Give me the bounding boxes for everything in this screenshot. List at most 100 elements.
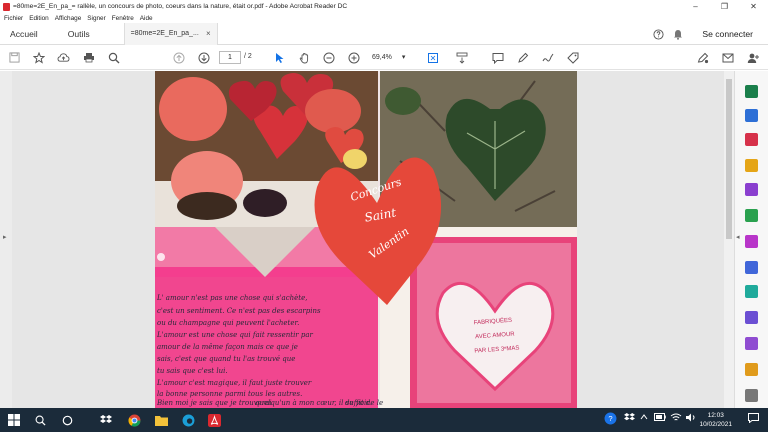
menu-fichier[interactable]: Fichier — [4, 15, 23, 22]
zoom-dropdown[interactable]: 69,4% ▾ — [372, 51, 412, 64]
tab-document[interactable]: =80me=2E_En_pa_... × — [123, 22, 218, 45]
poem-line: de voir. — [345, 399, 371, 407]
acrobat-app-icon — [3, 2, 10, 11]
menu-fenetre[interactable]: Fenêtre — [112, 15, 134, 22]
zoom-value: 69,4% — [372, 54, 392, 61]
email-icon[interactable] — [719, 49, 736, 66]
action-center-icon[interactable] — [748, 413, 759, 425]
stamp-tag-icon[interactable] — [564, 49, 581, 66]
task-view-icon[interactable] — [59, 412, 75, 428]
show-hidden-icons-icon[interactable] — [640, 413, 648, 423]
close-tab-icon[interactable]: × — [206, 29, 211, 38]
organize-pages-icon[interactable] — [745, 209, 758, 222]
send-for-signature-icon[interactable] — [745, 337, 758, 350]
menu-bar: Fichier Edition Affichage Signer Fenêtre… — [0, 13, 768, 23]
collapse-right-panel-icon[interactable]: ◂ — [736, 233, 740, 241]
menu-aide[interactable]: Aide — [140, 15, 153, 22]
search-taskbar-icon[interactable] — [32, 412, 48, 428]
highlight-pen-icon[interactable] — [514, 49, 531, 66]
fill-sign-icon[interactable] — [694, 49, 711, 66]
window-controls: – ❐ ✕ — [681, 0, 768, 13]
edge-icon[interactable] — [180, 412, 196, 428]
battery-icon[interactable] — [654, 413, 666, 423]
poem-line: amour de la même façon mais ce que je — [157, 343, 298, 351]
cupcake-wrapper — [177, 192, 237, 220]
page-total-label: / 2 — [244, 53, 252, 60]
menu-signer[interactable]: Signer — [87, 15, 105, 22]
zoom-out-icon[interactable] — [320, 49, 337, 66]
svg-text:?: ? — [608, 414, 612, 423]
comment-tool-icon[interactable] — [745, 159, 758, 172]
maximize-button[interactable]: ❐ — [710, 0, 739, 13]
protect-icon[interactable] — [745, 261, 758, 274]
notification-bell-icon[interactable] — [668, 23, 688, 45]
scan-ocr-icon[interactable] — [745, 311, 758, 324]
tools-pane: ◂ — [734, 71, 768, 408]
search-icon[interactable] — [105, 49, 122, 66]
draw-icon[interactable] — [539, 49, 556, 66]
print-icon[interactable] — [80, 49, 97, 66]
page-number-input[interactable]: 1 — [219, 51, 241, 64]
poem-line: tu sais que c'est lui. — [157, 367, 228, 375]
acrobat-taskbar-icon[interactable] — [206, 412, 222, 428]
system-clock[interactable]: 12:03 10/02/2021 — [699, 411, 732, 429]
next-page-icon[interactable] — [195, 49, 212, 66]
help-tray-icon[interactable]: ? — [604, 412, 617, 427]
share-user-icon[interactable] — [744, 49, 761, 66]
zoom-in-icon[interactable] — [345, 49, 362, 66]
hand-tool-icon[interactable] — [296, 49, 313, 66]
heart-jam-biscuit — [243, 189, 287, 217]
windows-start-icon[interactable] — [6, 412, 22, 428]
volume-icon[interactable] — [686, 413, 697, 424]
clock-date: 10/02/2021 — [699, 421, 732, 428]
window-title: =80me=2E_En_pa_= rallèle, un concours de… — [13, 3, 348, 10]
small-biscuit — [343, 149, 367, 169]
comment-icon[interactable] — [489, 49, 506, 66]
select-cursor-icon[interactable] — [271, 49, 288, 66]
scroll-mode-icon[interactable] — [453, 49, 470, 66]
export-pdf-icon[interactable] — [745, 85, 758, 98]
expand-left-panel-icon[interactable]: ▸ — [3, 233, 7, 241]
menu-edition[interactable]: Edition — [29, 15, 49, 22]
bookmark-star-icon[interactable] — [30, 49, 47, 66]
left-panel-toggle[interactable]: ▸ — [0, 71, 12, 408]
vertical-scrollbar[interactable] — [724, 71, 734, 408]
minimize-button[interactable]: – — [681, 0, 710, 13]
optimize-pdf-icon[interactable] — [745, 285, 758, 298]
windows-taskbar: ? 12:03 10/02/2021 — [0, 408, 768, 432]
main-toolbar: 1 / 2 69,4% ▾ — [0, 45, 768, 70]
fit-page-icon[interactable] — [424, 49, 441, 66]
upload-cloud-icon[interactable] — [55, 49, 72, 66]
file-explorer-icon[interactable] — [153, 412, 169, 428]
title-bar: =80me=2E_En_pa_= rallèle, un concours de… — [0, 0, 768, 13]
more-tools-icon[interactable] — [745, 363, 758, 376]
close-button[interactable]: ✕ — [739, 0, 768, 13]
dropbox-icon[interactable] — [98, 412, 114, 428]
previous-page-icon[interactable] — [170, 49, 187, 66]
chrome-icon[interactable] — [126, 412, 142, 428]
poem-line: L' amour n'est pas une chose qui s'achèt… — [156, 294, 307, 302]
pdf-page: Concours Saint Valentin FABRIQUÉES AVEC … — [155, 71, 577, 408]
poem-line: ou du champagne qui peuvent l'acheter. — [157, 319, 299, 327]
tab-bar-right: Se connecter — [648, 23, 768, 45]
save-icon[interactable] — [6, 49, 23, 66]
sign-in-link[interactable]: Se connecter — [702, 29, 753, 39]
cupcake-top-left — [159, 77, 227, 141]
tools-settings-icon[interactable] — [745, 389, 758, 402]
dropbox-tray-icon[interactable] — [624, 413, 635, 425]
wifi-icon[interactable] — [670, 413, 682, 424]
poem-line: la bonne personne parmi tous les autres. — [157, 390, 302, 398]
tab-accueil[interactable]: Accueil — [10, 29, 38, 39]
create-pdf-icon[interactable] — [745, 109, 758, 122]
poem-line: sais, c'est que quand tu l'as trouvé que — [157, 355, 295, 363]
edit-pdf-icon[interactable] — [745, 133, 758, 146]
tab-bar: Accueil Outils =80me=2E_En_pa_... × Se c… — [0, 22, 768, 45]
fill-sign-tool-icon[interactable] — [745, 235, 758, 248]
document-viewer[interactable]: ▸ Concours Saint Valentin FABRIQUÉES AVE… — [0, 71, 768, 408]
tab-outils[interactable]: Outils — [68, 29, 90, 39]
combine-files-icon[interactable] — [745, 183, 758, 196]
menu-affichage[interactable]: Affichage — [55, 15, 82, 22]
help-icon[interactable] — [648, 23, 668, 45]
scrollbar-thumb[interactable] — [726, 79, 732, 239]
document-tab-label: =80me=2E_En_pa_... — [130, 30, 199, 37]
